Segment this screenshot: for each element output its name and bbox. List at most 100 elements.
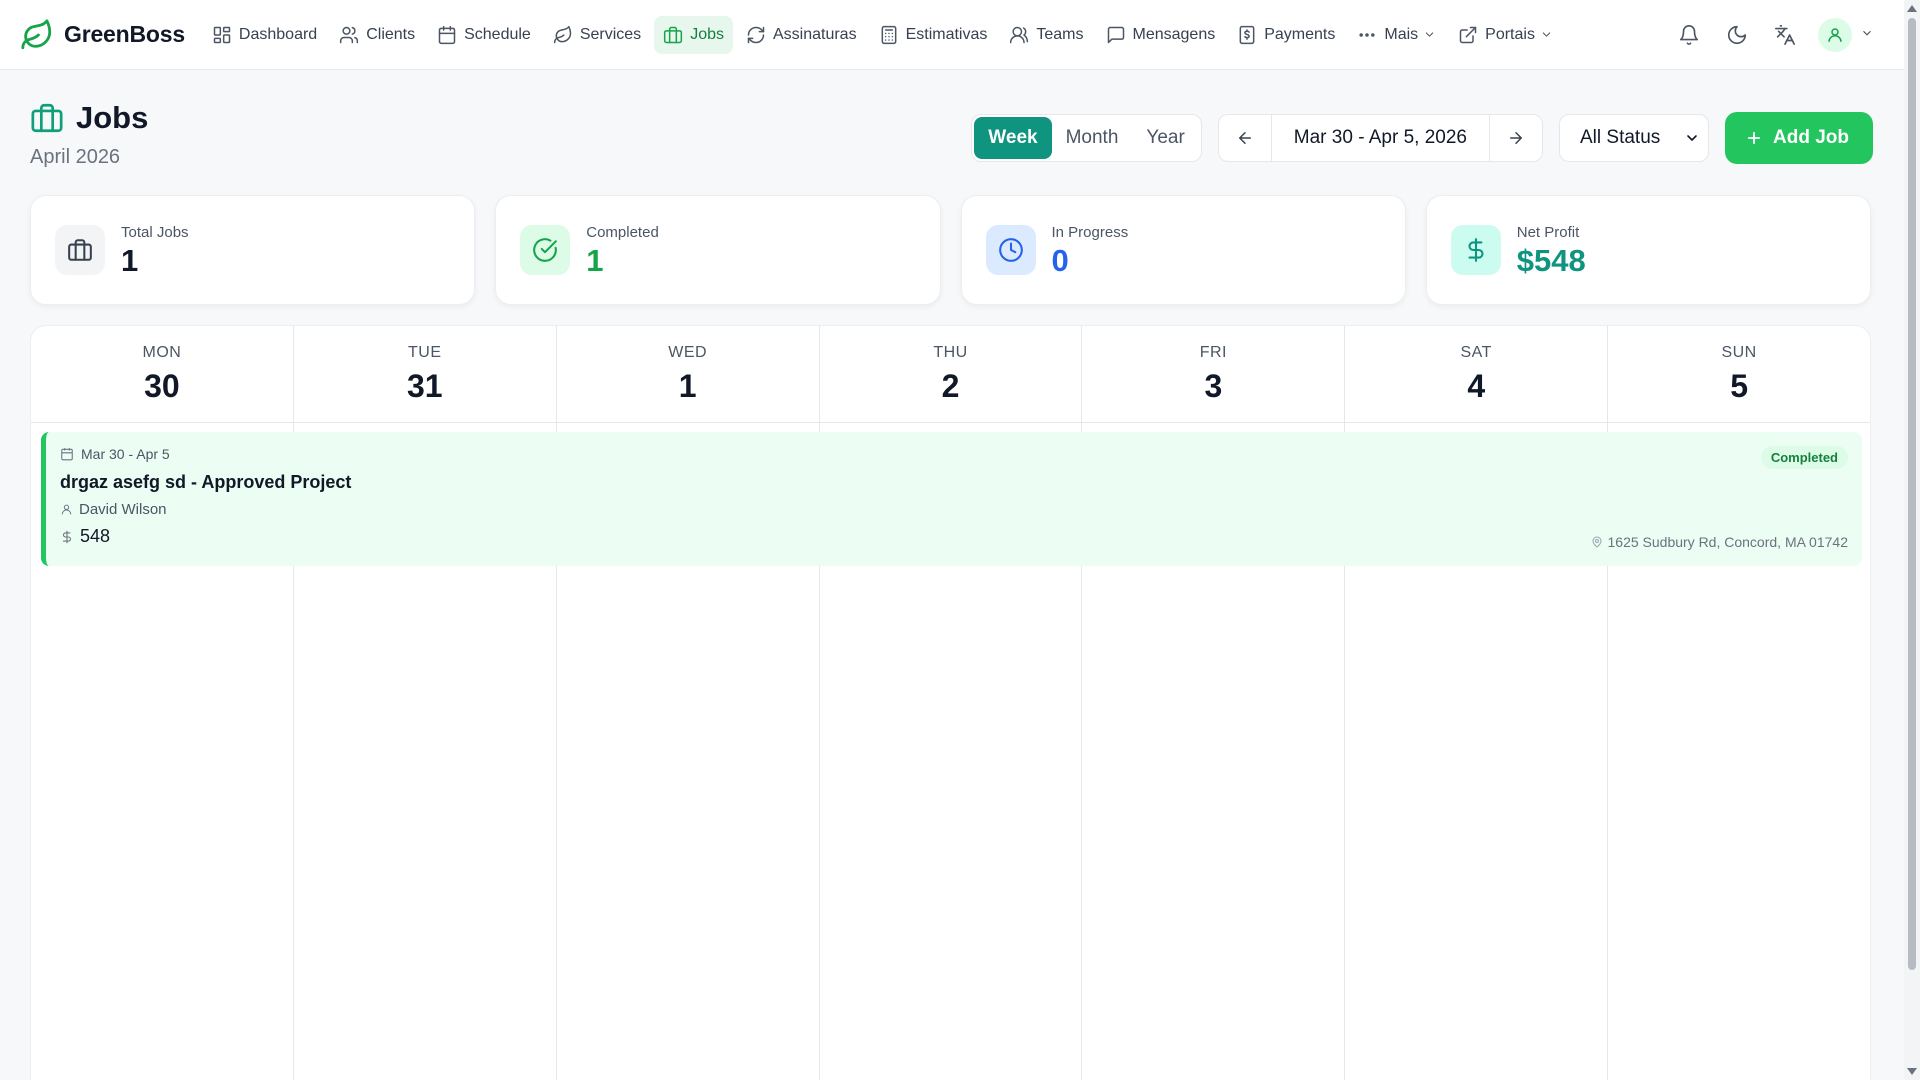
dollar-icon [62,530,72,543]
day-number: 31 [406,367,443,404]
calculator-icon [881,25,896,44]
calendar-icon [438,25,456,44]
nav-label: Clients [366,25,416,43]
day-header-thu: THU 2 [820,326,1083,422]
view-toggle: Week Month Year [971,114,1202,162]
day-name: MON [142,343,182,361]
receipt-icon [1239,25,1255,44]
nav-items: Dashboard Clients Schedule Services Jobs… [203,15,1562,54]
nav-item-payments[interactable]: Payments [1228,16,1344,54]
job-amount: 548 [80,526,111,546]
stat-label: Total Jobs [121,224,189,241]
user-menu[interactable] [1818,18,1874,52]
stat-icon-wrap [55,225,105,275]
page-scrollbar[interactable] [1904,0,1920,1080]
stat-value: 1 [586,243,604,278]
day-number: 1 [678,367,697,404]
job-date-row: Mar 30 - Apr 5 [60,446,1848,462]
stat-card-in-progress: In Progress 0 [960,195,1406,305]
view-week-button[interactable]: Week [974,117,1052,159]
nav-item-jobs[interactable]: Jobs [654,15,733,54]
nav-actions [1674,0,1874,70]
day-number: 4 [1467,367,1486,404]
day-number: 5 [1730,367,1748,404]
clock-icon [998,238,1023,262]
nav-label: Teams [1036,25,1084,43]
stat-value: 1 [121,243,139,278]
moon-icon [1727,25,1747,45]
nav-label: Payments [1264,25,1336,43]
page-subtitle: April 2026 [30,146,121,168]
day-name: FRI [1199,343,1227,361]
nav-item-dashboard[interactable]: Dashboard [203,16,326,54]
job-address-row: 1625 Sudbury Rd, Concord, MA 01742 [1591,534,1848,550]
chevron-down-icon [1687,135,1697,141]
page-title: Jobs [76,100,149,135]
nav-label: Dashboard [238,25,318,43]
scroll-up-arrow[interactable] [1907,5,1917,12]
briefcase-icon [31,103,63,133]
nav-item-estimativas[interactable]: Estimativas [870,16,997,54]
stat-label: Completed [586,224,659,241]
check-circle-icon [533,238,558,262]
team-icon [1010,26,1029,43]
week-calendar: MON 30 TUE 31 WED 1 THU 2 FRI 3 SAT 4 SU… [30,325,1871,1080]
brand-logo[interactable]: GreenBoss [20,18,185,52]
stat-icon-wrap [520,225,571,275]
page-controls: Week Month Year Mar 30 - Apr 5, 2026 All… [971,112,1873,164]
nav-item-schedule[interactable]: Schedule [428,16,540,54]
nav-label: Portais [1485,25,1535,43]
nav-label: Services [579,25,642,43]
status-badge: Completed [1760,446,1848,469]
user-menu-chevron [1860,26,1874,45]
nav-item-assinaturas[interactable]: Assinaturas [737,16,866,54]
stat-label: Net Profit [1516,224,1580,241]
nav-label: Schedule [464,25,531,43]
view-year-button[interactable]: Year [1132,117,1198,159]
refresh-icon [747,26,765,43]
nav-item-portais[interactable]: Portais [1449,16,1562,54]
day-header-sun: SUN 5 [1608,326,1870,422]
add-job-label: Add Job [1773,127,1849,148]
scroll-thumb[interactable] [1908,18,1916,970]
day-header-fri: FRI 3 [1082,326,1346,422]
translate-icon [1775,25,1795,45]
map-pin-icon [1591,536,1602,548]
job-date: Mar 30 - Apr 5 [81,446,170,462]
grid-icon [213,26,231,43]
day-header-sat: SAT 4 [1345,326,1609,422]
brand-name: GreenBoss [64,21,185,47]
stat-card-total-jobs: Total Jobs 1 [30,195,476,305]
job-card[interactable]: Mar 30 - Apr 5 drgaz asefg sd - Approved… [41,432,1862,566]
nav-item-teams[interactable]: Teams [1000,16,1092,54]
top-navigation: GreenBoss Dashboard Clients Schedule Ser… [0,0,1904,70]
status-filter-select[interactable]: All Status [1559,114,1709,162]
day-number: 2 [941,367,960,404]
external-link-icon [1459,26,1477,43]
view-month-button[interactable]: Month [1052,117,1133,159]
calendar-icon [61,448,73,461]
nav-item-mensagens[interactable]: Mensagens [1097,16,1225,54]
bell-icon [1679,25,1699,45]
notifications-button[interactable] [1674,20,1704,50]
day-name: SAT [1460,343,1492,361]
add-job-button[interactable]: Add Job [1725,112,1873,164]
scroll-down-arrow[interactable] [1907,1068,1917,1075]
stats-row: Total Jobs 1 Completed 1 In Progress 0 N… [30,195,1871,305]
arrow-left-icon [1238,132,1251,144]
prev-week-button[interactable] [1219,115,1271,161]
nav-item-mais[interactable]: Mais [1348,16,1445,54]
stat-card-net-profit: Net Profit $548 [1425,195,1871,305]
chevron-down-icon [1425,32,1434,37]
theme-toggle-button[interactable] [1722,20,1752,50]
nav-item-clients[interactable]: Clients [330,16,424,54]
avatar [1818,18,1852,52]
nav-item-services[interactable]: Services [544,16,650,54]
language-button[interactable] [1770,20,1800,50]
chevron-down-icon [1542,32,1551,37]
day-name: WED [668,343,708,361]
nav-label: Mais [1384,25,1419,43]
stat-icon-wrap [985,225,1036,275]
next-week-button[interactable] [1490,115,1542,161]
job-amount-row: 548 [60,526,1848,547]
